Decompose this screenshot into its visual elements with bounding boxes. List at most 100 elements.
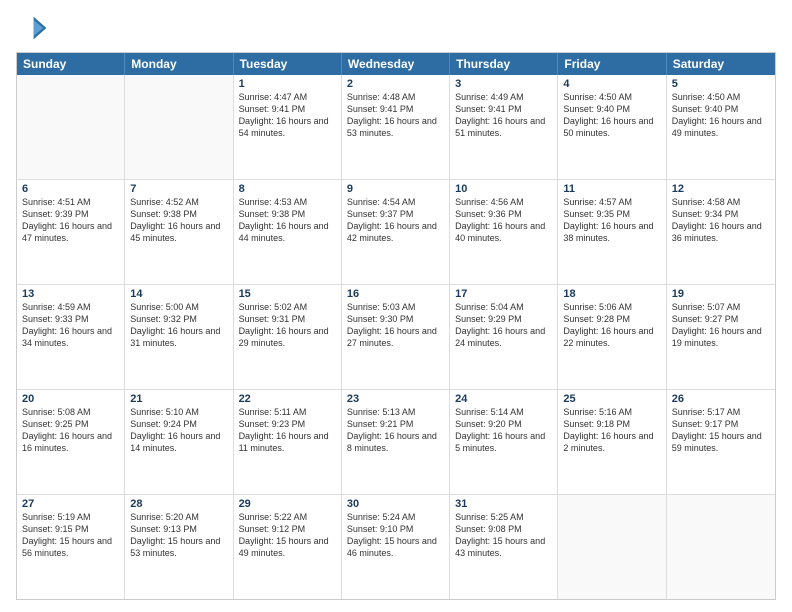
calendar-cell: 3 Sunrise: 4:49 AM Sunset: 9:41 PM Dayli… (450, 75, 558, 179)
sunrise-line: Sunrise: 4:58 AM (672, 196, 770, 208)
calendar-week-row: 27 Sunrise: 5:19 AM Sunset: 9:15 PM Dayl… (17, 495, 775, 599)
day-number: 27 (22, 498, 119, 510)
sunrise-line: Sunrise: 5:25 AM (455, 511, 552, 523)
calendar-day-header: Sunday (17, 53, 125, 75)
day-number: 23 (347, 393, 444, 405)
sunset-line: Sunset: 9:24 PM (130, 418, 227, 430)
sunset-line: Sunset: 9:25 PM (22, 418, 119, 430)
daylight-line: Daylight: 15 hours and 46 minutes. (347, 535, 444, 559)
daylight-line: Daylight: 16 hours and 31 minutes. (130, 325, 227, 349)
calendar-cell: 11 Sunrise: 4:57 AM Sunset: 9:35 PM Dayl… (558, 180, 666, 284)
sunrise-line: Sunrise: 5:20 AM (130, 511, 227, 523)
day-number: 10 (455, 183, 552, 195)
calendar-cell (17, 75, 125, 179)
sunrise-line: Sunrise: 4:49 AM (455, 91, 552, 103)
day-number: 25 (563, 393, 660, 405)
calendar-day-header: Saturday (667, 53, 775, 75)
day-number: 26 (672, 393, 770, 405)
sunrise-line: Sunrise: 5:07 AM (672, 301, 770, 313)
sunrise-line: Sunrise: 4:59 AM (22, 301, 119, 313)
sunset-line: Sunset: 9:18 PM (563, 418, 660, 430)
day-number: 15 (239, 288, 336, 300)
calendar-week-row: 20 Sunrise: 5:08 AM Sunset: 9:25 PM Dayl… (17, 390, 775, 495)
sunset-line: Sunset: 9:32 PM (130, 313, 227, 325)
calendar-body: 1 Sunrise: 4:47 AM Sunset: 9:41 PM Dayli… (17, 75, 775, 599)
calendar-cell (667, 495, 775, 599)
day-number: 7 (130, 183, 227, 195)
calendar-cell: 19 Sunrise: 5:07 AM Sunset: 9:27 PM Dayl… (667, 285, 775, 389)
calendar-cell: 20 Sunrise: 5:08 AM Sunset: 9:25 PM Dayl… (17, 390, 125, 494)
day-number: 30 (347, 498, 444, 510)
sunrise-line: Sunrise: 5:04 AM (455, 301, 552, 313)
calendar-week-row: 1 Sunrise: 4:47 AM Sunset: 9:41 PM Dayli… (17, 75, 775, 180)
sunset-line: Sunset: 9:39 PM (22, 208, 119, 220)
daylight-line: Daylight: 16 hours and 47 minutes. (22, 220, 119, 244)
daylight-line: Daylight: 16 hours and 2 minutes. (563, 430, 660, 454)
day-number: 31 (455, 498, 552, 510)
page: SundayMondayTuesdayWednesdayThursdayFrid… (0, 0, 792, 612)
daylight-line: Daylight: 16 hours and 53 minutes. (347, 115, 444, 139)
sunset-line: Sunset: 9:30 PM (347, 313, 444, 325)
sunrise-line: Sunrise: 5:11 AM (239, 406, 336, 418)
sunset-line: Sunset: 9:21 PM (347, 418, 444, 430)
sunset-line: Sunset: 9:10 PM (347, 523, 444, 535)
calendar-cell: 10 Sunrise: 4:56 AM Sunset: 9:36 PM Dayl… (450, 180, 558, 284)
sunrise-line: Sunrise: 4:53 AM (239, 196, 336, 208)
day-number: 1 (239, 78, 336, 90)
calendar-week-row: 6 Sunrise: 4:51 AM Sunset: 9:39 PM Dayli… (17, 180, 775, 285)
calendar-cell: 26 Sunrise: 5:17 AM Sunset: 9:17 PM Dayl… (667, 390, 775, 494)
calendar-cell: 29 Sunrise: 5:22 AM Sunset: 9:12 PM Dayl… (234, 495, 342, 599)
calendar-cell: 9 Sunrise: 4:54 AM Sunset: 9:37 PM Dayli… (342, 180, 450, 284)
calendar: SundayMondayTuesdayWednesdayThursdayFrid… (16, 52, 776, 600)
day-number: 9 (347, 183, 444, 195)
daylight-line: Daylight: 16 hours and 44 minutes. (239, 220, 336, 244)
sunset-line: Sunset: 9:15 PM (22, 523, 119, 535)
daylight-line: Daylight: 16 hours and 19 minutes. (672, 325, 770, 349)
calendar-day-header: Monday (125, 53, 233, 75)
sunrise-line: Sunrise: 5:00 AM (130, 301, 227, 313)
daylight-line: Daylight: 16 hours and 5 minutes. (455, 430, 552, 454)
calendar-cell: 23 Sunrise: 5:13 AM Sunset: 9:21 PM Dayl… (342, 390, 450, 494)
calendar-cell: 18 Sunrise: 5:06 AM Sunset: 9:28 PM Dayl… (558, 285, 666, 389)
day-number: 3 (455, 78, 552, 90)
calendar-cell: 13 Sunrise: 4:59 AM Sunset: 9:33 PM Dayl… (17, 285, 125, 389)
calendar-cell (125, 75, 233, 179)
logo (16, 12, 52, 44)
daylight-line: Daylight: 16 hours and 49 minutes. (672, 115, 770, 139)
calendar-cell: 28 Sunrise: 5:20 AM Sunset: 9:13 PM Dayl… (125, 495, 233, 599)
sunrise-line: Sunrise: 5:19 AM (22, 511, 119, 523)
day-number: 2 (347, 78, 444, 90)
sunrise-line: Sunrise: 5:24 AM (347, 511, 444, 523)
calendar-cell: 24 Sunrise: 5:14 AM Sunset: 9:20 PM Dayl… (450, 390, 558, 494)
sunset-line: Sunset: 9:38 PM (130, 208, 227, 220)
calendar-cell: 21 Sunrise: 5:10 AM Sunset: 9:24 PM Dayl… (125, 390, 233, 494)
sunset-line: Sunset: 9:41 PM (347, 103, 444, 115)
calendar-cell: 1 Sunrise: 4:47 AM Sunset: 9:41 PM Dayli… (234, 75, 342, 179)
sunset-line: Sunset: 9:17 PM (672, 418, 770, 430)
day-number: 12 (672, 183, 770, 195)
calendar-cell: 5 Sunrise: 4:50 AM Sunset: 9:40 PM Dayli… (667, 75, 775, 179)
sunset-line: Sunset: 9:27 PM (672, 313, 770, 325)
calendar-week-row: 13 Sunrise: 4:59 AM Sunset: 9:33 PM Dayl… (17, 285, 775, 390)
sunset-line: Sunset: 9:13 PM (130, 523, 227, 535)
sunrise-line: Sunrise: 5:03 AM (347, 301, 444, 313)
header (16, 12, 776, 44)
day-number: 19 (672, 288, 770, 300)
logo-icon (16, 12, 48, 44)
calendar-cell: 2 Sunrise: 4:48 AM Sunset: 9:41 PM Dayli… (342, 75, 450, 179)
daylight-line: Daylight: 16 hours and 34 minutes. (22, 325, 119, 349)
daylight-line: Daylight: 16 hours and 11 minutes. (239, 430, 336, 454)
sunset-line: Sunset: 9:33 PM (22, 313, 119, 325)
calendar-header-row: SundayMondayTuesdayWednesdayThursdayFrid… (17, 53, 775, 75)
day-number: 13 (22, 288, 119, 300)
daylight-line: Daylight: 15 hours and 56 minutes. (22, 535, 119, 559)
daylight-line: Daylight: 16 hours and 40 minutes. (455, 220, 552, 244)
calendar-cell: 25 Sunrise: 5:16 AM Sunset: 9:18 PM Dayl… (558, 390, 666, 494)
calendar-cell: 27 Sunrise: 5:19 AM Sunset: 9:15 PM Dayl… (17, 495, 125, 599)
daylight-line: Daylight: 16 hours and 42 minutes. (347, 220, 444, 244)
sunrise-line: Sunrise: 5:06 AM (563, 301, 660, 313)
day-number: 28 (130, 498, 227, 510)
sunset-line: Sunset: 9:37 PM (347, 208, 444, 220)
sunrise-line: Sunrise: 5:13 AM (347, 406, 444, 418)
day-number: 20 (22, 393, 119, 405)
